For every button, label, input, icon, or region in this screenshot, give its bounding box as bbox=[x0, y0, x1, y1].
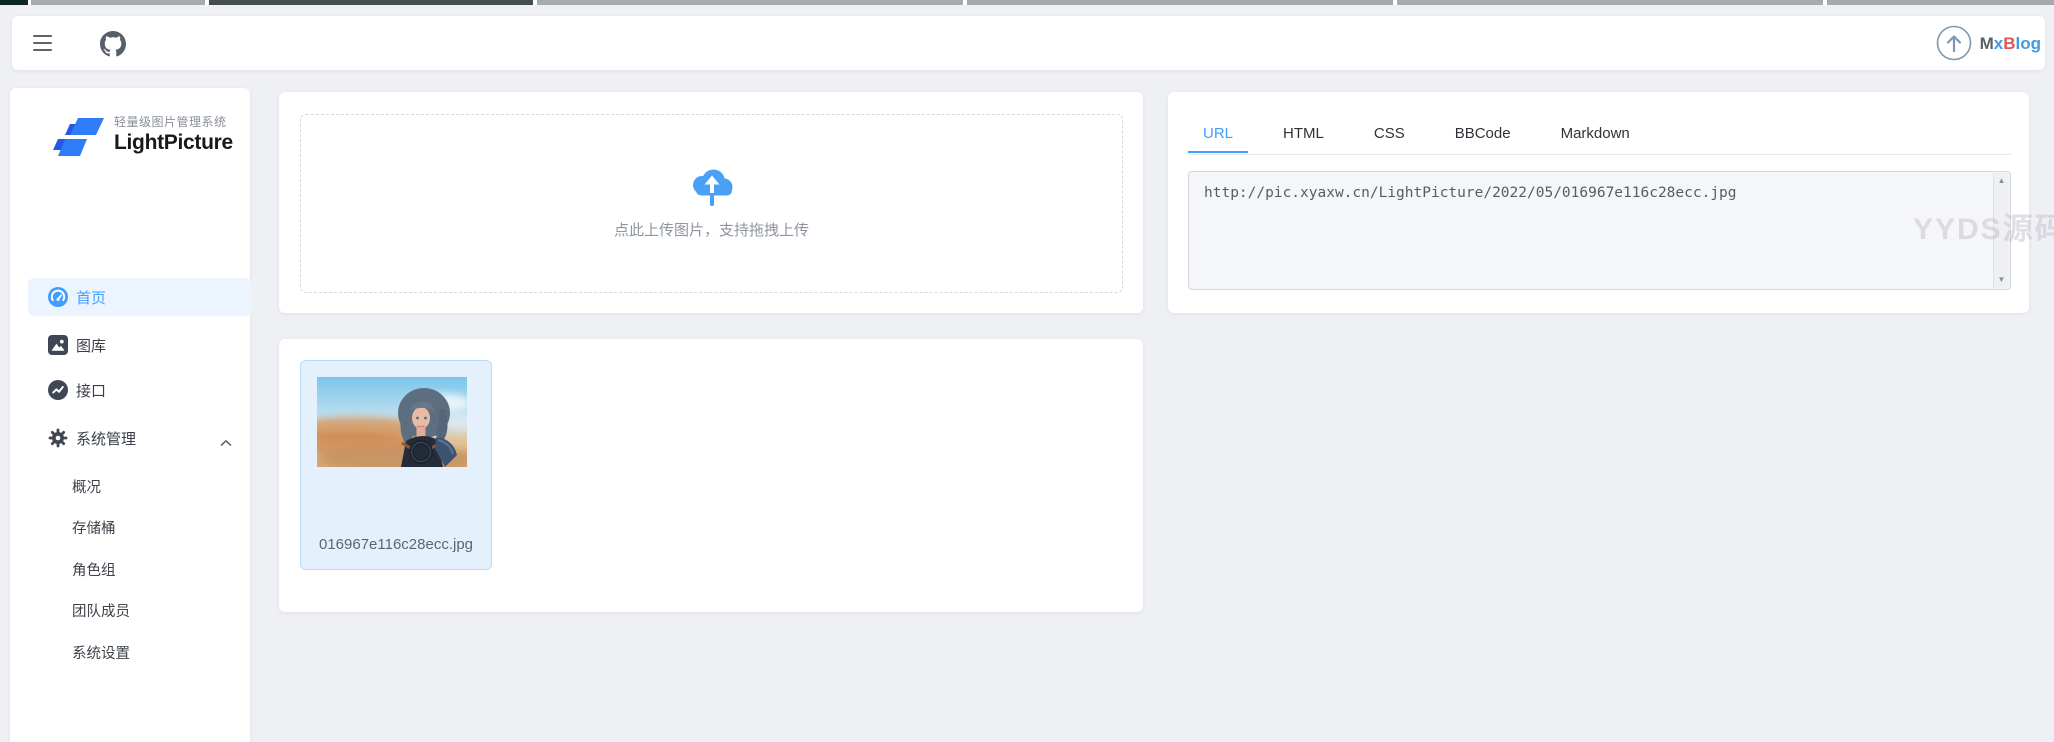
sidebar-item-system[interactable]: 系统管理 bbox=[28, 419, 252, 457]
sidebar-subitem-buckets[interactable]: 存储桶 bbox=[28, 508, 252, 546]
image-tile[interactable]: 016967e116c28ecc.jpg bbox=[300, 360, 492, 570]
lightpicture-logo-icon bbox=[52, 112, 106, 167]
sidebar-subitem-members[interactable]: 团队成员 bbox=[28, 591, 252, 629]
upload-dropzone[interactable]: 点此上传图片，支持拖拽上传 bbox=[300, 114, 1123, 293]
sidebar-subitem-settings[interactable]: 系统设置 bbox=[28, 633, 252, 671]
cloud-upload-icon bbox=[687, 167, 737, 209]
chevron-up-icon bbox=[220, 434, 232, 451]
upload-hint: 点此上传图片，支持拖拽上传 bbox=[614, 219, 809, 240]
tab-html[interactable]: HTML bbox=[1268, 118, 1339, 153]
tab-css[interactable]: CSS bbox=[1359, 118, 1420, 153]
sidebar-item-api[interactable]: 接口 bbox=[28, 371, 252, 409]
image-filename: 016967e116c28ecc.jpg bbox=[301, 536, 491, 553]
app-subtitle: 轻量级图片管理系统 bbox=[114, 114, 233, 130]
sidebar: 轻量级图片管理系统 LightPicture 首页 图库 bbox=[10, 88, 250, 742]
browser-tabs-edge bbox=[0, 0, 2054, 5]
github-icon[interactable] bbox=[100, 31, 126, 57]
image-url-text: http://pic.xyaxw.cn/LightPicture/2022/05… bbox=[1204, 185, 1980, 201]
tab-bbcode[interactable]: BBCode bbox=[1440, 118, 1526, 153]
app-logo: 轻量级图片管理系统 LightPicture bbox=[10, 106, 250, 176]
scroll-up-arrow-icon[interactable]: ▲ bbox=[1994, 174, 2009, 188]
arrow-up-circle-icon bbox=[1935, 24, 1973, 62]
scroll-down-arrow-icon[interactable]: ▼ bbox=[1994, 273, 2009, 287]
dashboard-icon bbox=[48, 287, 68, 307]
tab-url[interactable]: URL bbox=[1188, 118, 1248, 153]
api-icon bbox=[48, 380, 68, 400]
sidebar-subitem-overview[interactable]: 概况 bbox=[28, 467, 252, 505]
hamburger-menu-icon[interactable] bbox=[33, 35, 52, 51]
sidebar-subitem-roles[interactable]: 角色组 bbox=[28, 550, 252, 588]
picture-icon bbox=[48, 335, 68, 355]
link-output-textarea[interactable]: http://pic.xyaxw.cn/LightPicture/2022/05… bbox=[1188, 171, 2011, 290]
site-logo[interactable]: MxBlog bbox=[1980, 30, 2041, 58]
scrollbar[interactable]: ▲ ▼ bbox=[1993, 173, 2009, 288]
gear-icon bbox=[48, 428, 68, 448]
gallery-card: 016967e116c28ecc.jpg bbox=[279, 339, 1143, 612]
app-title: LightPicture bbox=[114, 130, 233, 156]
upload-card: 点此上传图片，支持拖拽上传 bbox=[279, 92, 1143, 313]
image-thumbnail bbox=[317, 377, 467, 467]
link-panel: URL HTML CSS BBCode Markdown http://pic.… bbox=[1168, 92, 2029, 313]
sidebar-item-gallery[interactable]: 图库 bbox=[28, 326, 252, 364]
tab-markdown[interactable]: Markdown bbox=[1546, 118, 1645, 153]
scroll-to-top-button[interactable] bbox=[1935, 24, 1973, 62]
header-bar: MxBlog bbox=[12, 16, 2045, 70]
sidebar-item-home[interactable]: 首页 bbox=[28, 278, 252, 316]
link-format-tabs: URL HTML CSS BBCode Markdown bbox=[1188, 118, 2011, 155]
